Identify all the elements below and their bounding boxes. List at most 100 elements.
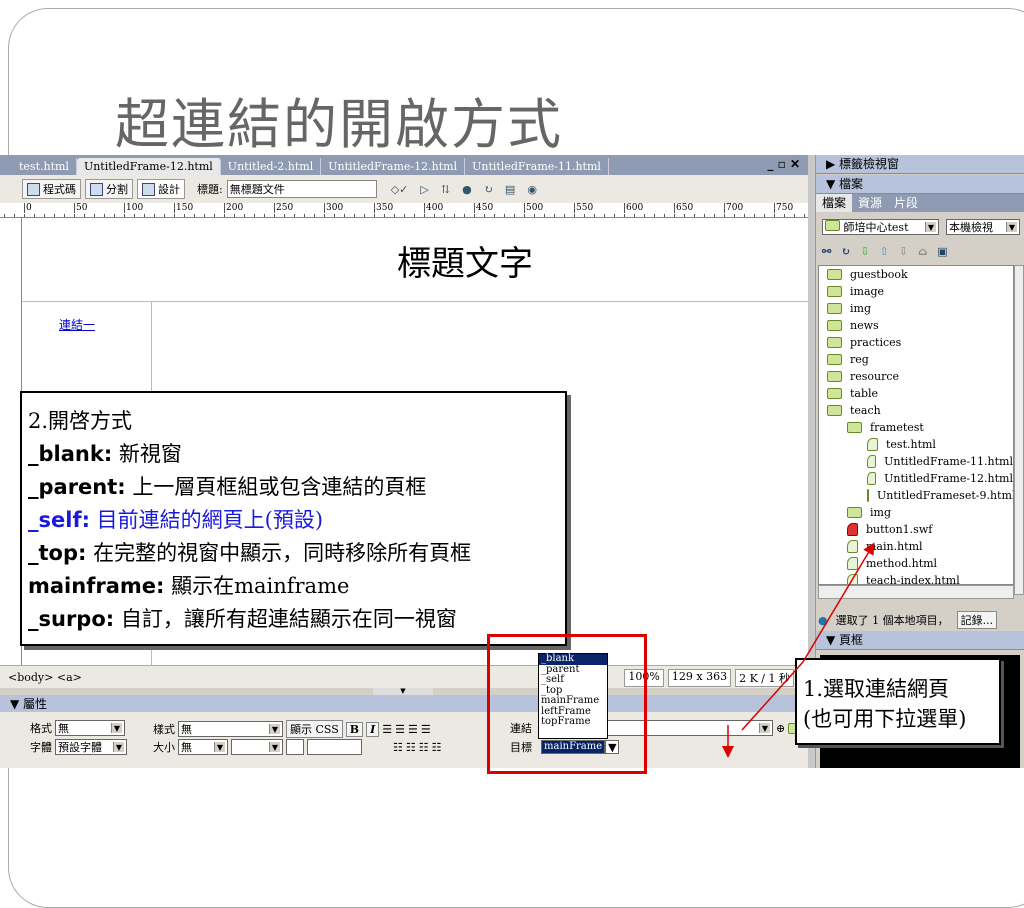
refresh-icon[interactable]: ↻ <box>841 245 850 258</box>
properties-header[interactable]: ▼ 屬性 <box>0 695 808 712</box>
folder-icon <box>827 371 842 382</box>
window-buttons[interactable]: _ ▫ ✕ <box>767 157 800 171</box>
size-select[interactable]: 無 ▼ <box>178 739 228 755</box>
file-tree-item[interactable]: practices <box>819 334 1013 351</box>
option-key: _blank: <box>28 442 113 466</box>
file-name: image <box>850 285 885 298</box>
visual-aids-icon[interactable]: ◉ <box>527 183 537 196</box>
tab-test[interactable]: test.html <box>12 158 77 175</box>
align-icons[interactable]: ☰☰☰☰ <box>382 723 433 736</box>
connect-icon[interactable]: ⚯ <box>822 245 831 258</box>
file-tree-item[interactable]: news <box>819 317 1013 334</box>
tag-selector[interactable]: <body> <a> <box>8 671 82 684</box>
file-tree-item[interactable]: reg <box>819 351 1013 368</box>
folder-icon <box>847 507 862 518</box>
vertical-ruler <box>0 218 22 665</box>
bold-button[interactable]: B <box>345 721 364 737</box>
show-css-button[interactable]: 顯示 CSS <box>286 720 343 738</box>
file-tree-item[interactable]: img <box>819 504 1013 521</box>
files-status: ● 選取了 1 個本地項目， 記錄... <box>818 611 998 629</box>
font-select[interactable]: 預設字體 ▼ <box>55 739 127 755</box>
preview-globe-icon[interactable]: ● <box>462 183 472 196</box>
site-select[interactable]: 師培中心test ▼ <box>822 219 939 235</box>
file-icon <box>867 472 877 485</box>
file-tree-item[interactable]: UntitledFrame-11.html <box>819 453 1013 470</box>
file-tree-item[interactable]: main.html <box>819 538 1013 555</box>
format-value: 無 <box>58 722 69 735</box>
site-value: 師培中心test <box>843 221 909 234</box>
split-view-button[interactable]: 分割 <box>85 179 133 199</box>
callout-line1: 1.選取連結網頁 <box>803 677 950 701</box>
expand-icon[interactable]: ▣ <box>937 245 947 258</box>
tab-untitledframe-12[interactable]: UntitledFrame-12.html <box>76 158 221 175</box>
files-header[interactable]: ▼ 檔案 <box>816 175 1024 194</box>
tab-untitled-2[interactable]: Untitled-2.html <box>221 158 322 175</box>
file-tree-item[interactable]: UntitledFrameset-9.html <box>819 487 1013 504</box>
format-select[interactable]: 無 ▼ <box>55 720 125 736</box>
put-icon[interactable]: ⇧ <box>880 245 889 258</box>
option-key: _parent: <box>28 475 126 499</box>
folder-icon <box>827 286 842 297</box>
file-tree-item[interactable]: teach-index.html <box>819 572 1013 584</box>
get-icon[interactable]: ⇩ <box>860 245 869 258</box>
size-unit-select[interactable]: ▼ <box>231 739 283 755</box>
check-out-icon[interactable]: ⇩ <box>899 245 908 258</box>
style-select[interactable]: 無 ▼ <box>178 721 283 737</box>
list-indent-icons[interactable]: ☷☷☷☷ <box>393 741 444 754</box>
file-name: teach <box>850 404 881 417</box>
file-name: guestbook <box>850 268 908 281</box>
ruler-tick: 700 <box>724 203 744 213</box>
option-self: _self: 目前連結的網頁上(預設) <box>28 504 559 537</box>
file-tree-item[interactable]: frametest <box>819 419 1013 436</box>
file-tree-vscroll[interactable] <box>1014 265 1024 595</box>
color-picker[interactable] <box>286 739 304 755</box>
color-input[interactable] <box>307 739 362 755</box>
file-name: news <box>850 319 879 332</box>
point-to-file-icon[interactable]: ⊕ <box>776 722 785 735</box>
tab-snippets[interactable]: 片段 <box>888 194 924 212</box>
tab-assets[interactable]: 資源 <box>852 194 888 212</box>
file-tree-item[interactable]: guestbook <box>819 266 1013 283</box>
file-tree-item[interactable]: test.html <box>819 436 1013 453</box>
log-button[interactable]: 記錄... <box>956 611 998 629</box>
check-in-icon[interactable]: ⌂ <box>918 245 927 258</box>
ruler-tick: 50 <box>74 203 88 213</box>
ruler-tick: 600 <box>624 203 644 213</box>
debug-icon[interactable]: ▷ <box>420 183 428 196</box>
panel-collapse-handle[interactable]: ▼ <box>373 688 433 695</box>
ruler-tick: 300 <box>324 203 344 213</box>
callout-line2: (也可用下拉選單) <box>803 707 967 731</box>
view-options-icon[interactable]: ▤ <box>505 183 515 196</box>
ruler-tick: 500 <box>524 203 544 213</box>
tag-inspector-header[interactable]: ▶ 標籤檢視窗 <box>816 155 1024 174</box>
file-tree-item[interactable]: img <box>819 300 1013 317</box>
file-tree-item[interactable]: UntitledFrame-12.html <box>819 470 1013 487</box>
style-label: 樣式 <box>153 723 175 736</box>
link-one[interactable]: 連結一 <box>59 316 95 333</box>
italic-button[interactable]: I <box>366 721 380 737</box>
download-size: 2 K / 1 秒 <box>735 669 794 687</box>
top-frame[interactable]: 標題文字 <box>22 218 808 302</box>
window-size-select[interactable]: 129 x 363 <box>667 669 732 687</box>
design-view-button[interactable]: 設計 <box>137 179 185 199</box>
file-tree-item[interactable]: image <box>819 283 1013 300</box>
file-name: main.html <box>866 540 923 553</box>
file-tree-item[interactable]: teach <box>819 402 1013 419</box>
frames-header[interactable]: ▼ 頁框 <box>816 631 1024 650</box>
tab-untitledframe-11[interactable]: UntitledFrame-11.html <box>465 158 609 175</box>
toolbar-icons: ◇✓ ▷ ⇅ ● ↻ ▤ ◉ <box>391 183 537 196</box>
file-transfer-icon[interactable]: ⇅ <box>441 183 450 196</box>
view-value: 本機檢視 <box>949 221 993 234</box>
tab-untitledframe-12b[interactable]: UntitledFrame-12.html <box>321 158 466 175</box>
title-input[interactable]: 無標題文件 <box>226 180 377 198</box>
file-tree-item[interactable]: method.html <box>819 555 1013 572</box>
view-select[interactable]: 本機檢視 ▼ <box>946 219 1020 235</box>
refresh-icon[interactable]: ↻ <box>484 183 493 196</box>
file-tree-hscroll[interactable] <box>818 585 1014 599</box>
tab-files[interactable]: 檔案 <box>816 194 853 212</box>
file-tree-item[interactable]: table <box>819 385 1013 402</box>
code-view-button[interactable]: 程式碼 <box>22 179 81 199</box>
validate-icon[interactable]: ◇✓ <box>391 183 409 196</box>
file-tree-item[interactable]: button1.swf <box>819 521 1013 538</box>
file-tree-item[interactable]: resource <box>819 368 1013 385</box>
